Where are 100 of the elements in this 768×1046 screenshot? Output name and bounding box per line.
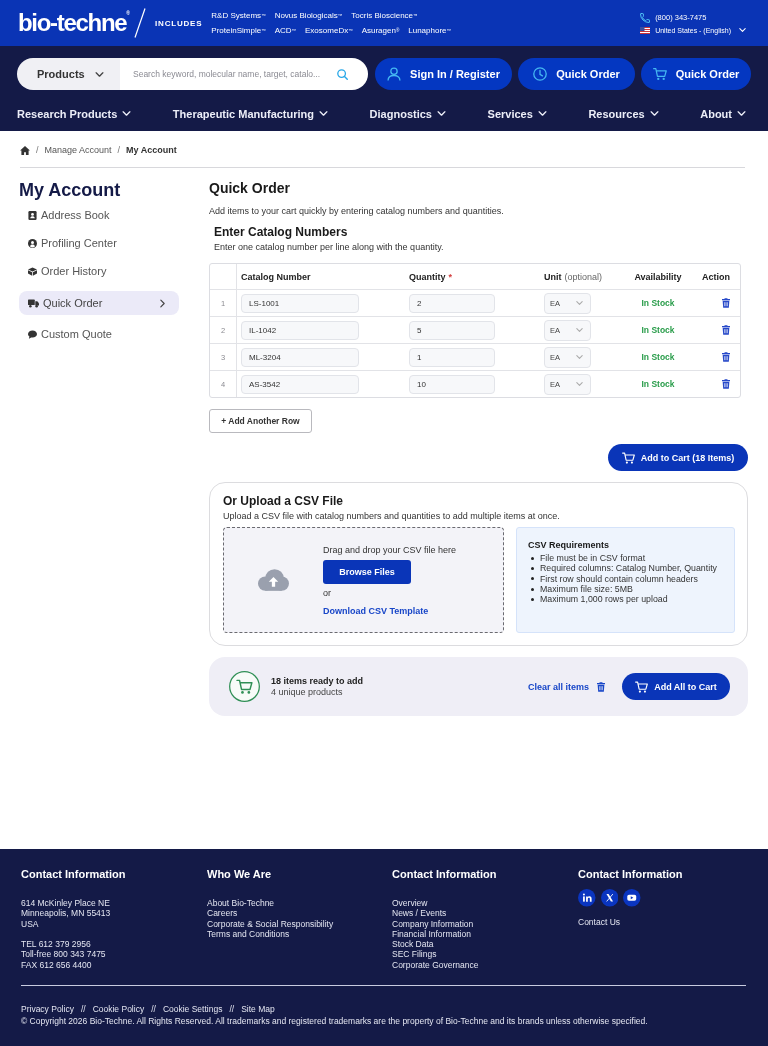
availability-status: In Stock — [641, 379, 675, 389]
phone-icon — [640, 12, 651, 23]
header-button[interactable]: Sign In / Register — [375, 58, 512, 90]
sidebar-item[interactable]: Order History — [19, 259, 179, 283]
bullet-icon — [531, 556, 534, 560]
quantity-input[interactable]: 5 — [409, 320, 495, 340]
footer-link[interactable]: About Bio-Techne — [207, 898, 392, 909]
browse-files-button[interactable]: Browse Files — [323, 559, 411, 584]
caret-icon — [576, 301, 583, 305]
quantity-input[interactable]: 1 — [409, 347, 495, 367]
nav-menu-item[interactable]: Therapeutic Manufacturing — [172, 107, 329, 120]
user-icon — [387, 67, 402, 81]
footer-link[interactable]: SEC Filings — [392, 949, 578, 960]
catalog-number-input[interactable]: ML-3204 — [241, 347, 359, 367]
footer-link[interactable]: Company Information — [392, 918, 578, 929]
footer-link[interactable]: Financial Information — [392, 928, 578, 940]
x-icon[interactable] — [600, 889, 618, 907]
search-field[interactable]: Search keyword, molecular name, target, catalo... — [120, 58, 368, 90]
sidebar-item[interactable]: Profiling Center — [19, 231, 179, 255]
box-icon — [28, 266, 37, 276]
caret-icon — [576, 328, 583, 332]
header-button[interactable]: Quick Order — [518, 58, 635, 90]
bullet-icon — [531, 577, 534, 581]
address-line: 614 McKinley Place NE — [21, 898, 111, 909]
add-all-button[interactable]: Add All to Cart — [622, 673, 730, 700]
footer-link[interactable]: Corporate & Social Responsibility — [207, 918, 392, 929]
footer-heading: Who We Are — [207, 867, 273, 881]
header-button[interactable]: Quick Order — [641, 58, 751, 90]
column-header: Catalog Number — [241, 271, 311, 282]
catalog-number-input[interactable]: LS-1001 — [241, 293, 359, 313]
card-title: Or Upload a CSV File — [223, 494, 345, 509]
drop-prompt: Drag and drop your CSV file here — [323, 543, 457, 556]
section-hint: Enter one catalog number per line along with the quantity. — [214, 241, 445, 253]
caret-icon — [537, 111, 547, 116]
sidebar-item[interactable]: Address Book — [19, 203, 179, 227]
sidebar-item[interactable]: Custom Quote — [19, 322, 179, 346]
logo[interactable]: bio-techne$^{®}$ — [18, 11, 131, 35]
add-row-button[interactable]: + Add Another Row — [209, 409, 312, 433]
requirement-text: First row should contain column headers — [540, 573, 698, 584]
category-dropdown[interactable]: Products — [17, 58, 120, 90]
caret-icon — [319, 111, 329, 116]
nav-menu-item[interactable]: Diagnostics — [369, 107, 446, 120]
search-icon[interactable] — [337, 68, 348, 80]
chevron-right-icon — [160, 298, 165, 308]
file-drop-zone[interactable]: Drag and drop your CSV file here Browse Files or Download CSV Template — [223, 527, 504, 633]
legal-link[interactable]: Cookie Settings — [162, 1003, 223, 1015]
catalog-number-input[interactable]: AS-3542 — [241, 374, 359, 394]
trash-icon[interactable] — [722, 352, 730, 362]
nav-menu-item[interactable]: Research Products — [17, 107, 132, 120]
unique-products: 4 unique products — [271, 686, 344, 698]
cloud-upload-icon — [258, 569, 289, 591]
page-description: Add items to your cart quickly by entering catalog numbers and quantities. — [209, 205, 505, 217]
catalog-number-input[interactable]: IL-1042 — [241, 320, 359, 340]
trash-icon[interactable] — [597, 681, 605, 692]
nav-menu-item[interactable]: About — [700, 107, 746, 120]
youtube-icon[interactable] — [623, 889, 641, 907]
trash-icon[interactable] — [722, 325, 730, 335]
requirement-text: File must be in CSV format — [540, 553, 646, 564]
add-to-cart-button[interactable]: Add to Cart (18 Items) — [608, 444, 748, 471]
quantity-input[interactable]: 2 — [409, 293, 495, 313]
bullet-icon — [531, 587, 534, 591]
footer-link[interactable]: Corporate Governance — [392, 959, 578, 971]
caret-icon — [576, 355, 583, 359]
footer-link[interactable]: Stock Data — [392, 939, 578, 950]
address-line: TEL 612 379 2956 — [21, 939, 92, 950]
availability-status: In Stock — [641, 325, 675, 335]
clear-all-link[interactable]: Clear all items — [527, 681, 605, 692]
address-book-icon — [28, 210, 37, 220]
link-separator: // — [151, 1003, 156, 1015]
address-line: Minneapolis, MN 55413 — [21, 908, 112, 919]
link-separator: // — [229, 1003, 235, 1015]
slash-divider — [134, 8, 147, 38]
linkedin-icon[interactable] — [578, 889, 596, 907]
breadcrumb-link[interactable]: Manage Account — [44, 145, 112, 155]
link-separator: // — [80, 1003, 86, 1015]
copyright-text: © Copyright 2026 Bio-Techne. All Rights Reserved. All trademarks and registered trademarks are the property of Bio-Techne and its brands unless otherwise specified. — [21, 1015, 649, 1027]
footer-link[interactable]: Terms and Conditions — [207, 928, 392, 940]
home-icon[interactable] — [20, 145, 30, 155]
requirements-title: CSV Requirements — [528, 539, 611, 551]
requirement-text: Required columns: Catalog Number, Quantity — [540, 563, 717, 574]
card-description: Upload a CSV file with catalog numbers and quantities to add multiple items at once. — [223, 510, 561, 522]
footer-link[interactable]: News / Events — [392, 908, 578, 919]
speech-bubble-icon — [28, 329, 37, 339]
legal-link[interactable]: Privacy Policy — [21, 1003, 74, 1015]
includes-label: INCLUDES — [155, 18, 203, 28]
footer-link[interactable]: Overview — [392, 898, 578, 909]
nav-menu-item[interactable]: Services — [487, 107, 547, 120]
breadcrumb-separator: / — [36, 145, 39, 155]
sidebar-item[interactable]: Quick Order — [19, 291, 179, 315]
legal-link[interactable]: Cookie Policy — [92, 1003, 145, 1015]
flag-icon — [640, 26, 651, 34]
trash-icon[interactable] — [722, 298, 730, 308]
trash-icon[interactable] — [722, 379, 730, 389]
caret-icon — [737, 111, 746, 116]
quantity-input[interactable]: 10 — [409, 374, 495, 394]
legal-link[interactable]: Site Map — [241, 1003, 275, 1015]
nav-menu-item[interactable]: Resources — [588, 107, 659, 120]
download-template-link[interactable]: Download CSV Template — [323, 604, 429, 617]
footer-link[interactable]: Contact Us — [578, 916, 746, 927]
footer-link[interactable]: Careers — [207, 908, 392, 919]
